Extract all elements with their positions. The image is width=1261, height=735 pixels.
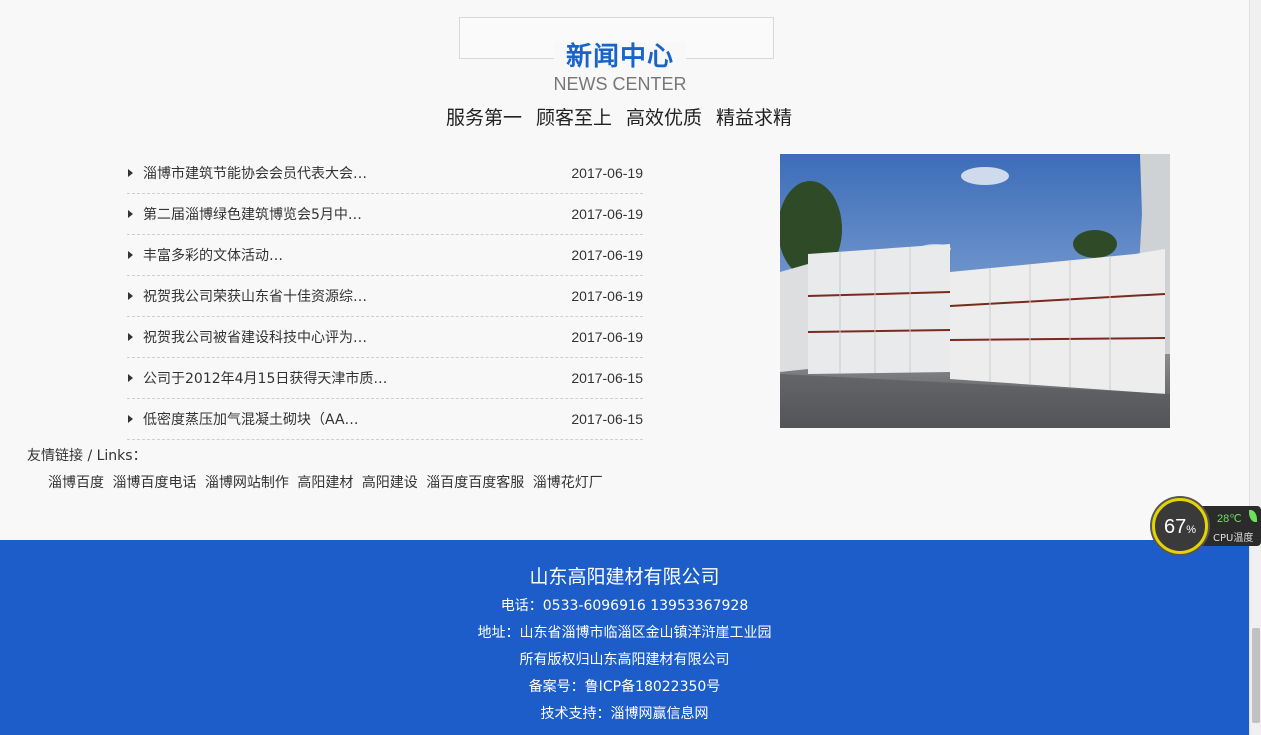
footer-copyright: 所有版权归山东高阳建材有限公司 (519, 652, 730, 668)
friend-links: 淄博百度 淄博百度电话 淄博网站制作 高阳建材 高阳建设 淄百度百度客服 淄博花… (48, 472, 607, 492)
news-title[interactable]: 祝贺我公司被省建设科技中心评为… (143, 327, 571, 347)
arrow-icon (128, 415, 133, 423)
news-date: 2017-06-19 (571, 247, 643, 263)
friend-link[interactable]: 淄博百度 (48, 475, 104, 491)
friend-link[interactable]: 淄百度百度客服 (426, 475, 524, 491)
news-title[interactable]: 淄博市建筑节能协会会员代表大会… (143, 163, 571, 183)
friend-link[interactable]: 高阳建设 (362, 475, 418, 491)
news-title[interactable]: 公司于2012年4月15日获得天津市质… (143, 368, 571, 388)
news-date: 2017-06-15 (571, 411, 643, 427)
section-subtitle: NEWS CENTER (553, 74, 687, 94)
news-date: 2017-06-15 (571, 370, 643, 386)
friend-link[interactable]: 淄博花灯厂 (533, 475, 603, 491)
cpu-monitor-widget[interactable]: 67% 28℃ CPU温度 (1150, 498, 1261, 556)
slogan: 服务第一 顾客至上 高效优质 精益求精 (445, 107, 793, 129)
news-photo[interactable] (780, 154, 1170, 428)
news-date: 2017-06-19 (571, 288, 643, 304)
news-date: 2017-06-19 (571, 165, 643, 181)
news-title[interactable]: 第二届淄博绿色建筑博览会5月中… (143, 204, 571, 224)
list-item[interactable]: 丰富多彩的文体活动… 2017-06-19 (127, 235, 643, 276)
news-title[interactable]: 祝贺我公司荣获山东省十佳资源综… (143, 286, 571, 306)
vertical-scrollbar[interactable] (1249, 0, 1261, 735)
arrow-icon (128, 333, 133, 341)
friend-link[interactable]: 淄博网站制作 (205, 475, 289, 491)
list-item[interactable]: 祝贺我公司被省建设科技中心评为… 2017-06-19 (127, 317, 643, 358)
aac-blocks-yard-image (780, 154, 1170, 428)
list-item[interactable]: 第二届淄博绿色建筑博览会5月中… 2017-06-19 (127, 194, 643, 235)
arrow-icon (128, 374, 133, 382)
links-label: 友情链接 / Links： (27, 448, 147, 464)
footer-company: 山东高阳建材有限公司 (529, 566, 720, 588)
footer-address: 地址：山东省淄博市临淄区金山镇洋浒崖工业园 (477, 625, 772, 641)
list-item[interactable]: 淄博市建筑节能协会会员代表大会… 2017-06-19 (127, 153, 643, 194)
section-title: 新闻中心 (0, 36, 1240, 73)
news-title[interactable]: 低密度蒸压加气混凝土砌块（AA… (143, 409, 571, 429)
news-list: 淄博市建筑节能协会会员代表大会… 2017-06-19 第二届淄博绿色建筑博览会… (127, 153, 643, 440)
arrow-icon (128, 169, 133, 177)
footer-support[interactable]: 技术支持：淄博网赢信息网 (0, 703, 1249, 723)
footer-phone: 电话：0533-6096916 13953367928 (500, 598, 749, 614)
cpu-usage-gauge: 67% (1152, 498, 1208, 554)
news-title[interactable]: 丰富多彩的文体活动… (143, 245, 571, 265)
friend-link[interactable]: 淄博百度电话 (112, 475, 196, 491)
cpu-temperature: 28℃ (1217, 513, 1242, 525)
cpu-temperature-label: CPU温度 (1213, 533, 1254, 544)
list-item[interactable]: 低密度蒸压加气混凝土砌块（AA… 2017-06-15 (127, 399, 643, 440)
footer: 山东高阳建材有限公司 电话：0533-6096916 13953367928 地… (0, 540, 1249, 735)
arrow-icon (128, 210, 133, 218)
footer-icp[interactable]: 备案号：鲁ICP备18022350号 (0, 676, 1249, 696)
cpu-usage-value: 67 (1163, 516, 1187, 538)
arrow-icon (128, 292, 133, 300)
arrow-icon (128, 251, 133, 259)
news-date: 2017-06-19 (571, 206, 643, 222)
list-item[interactable]: 祝贺我公司荣获山东省十佳资源综… 2017-06-19 (127, 276, 643, 317)
news-date: 2017-06-19 (571, 329, 643, 345)
cpu-usage-unit: % (1186, 524, 1197, 536)
list-item[interactable]: 公司于2012年4月15日获得天津市质… 2017-06-15 (127, 358, 643, 399)
friend-link[interactable]: 高阳建材 (297, 475, 353, 491)
scrollbar-thumb[interactable] (1252, 628, 1260, 723)
